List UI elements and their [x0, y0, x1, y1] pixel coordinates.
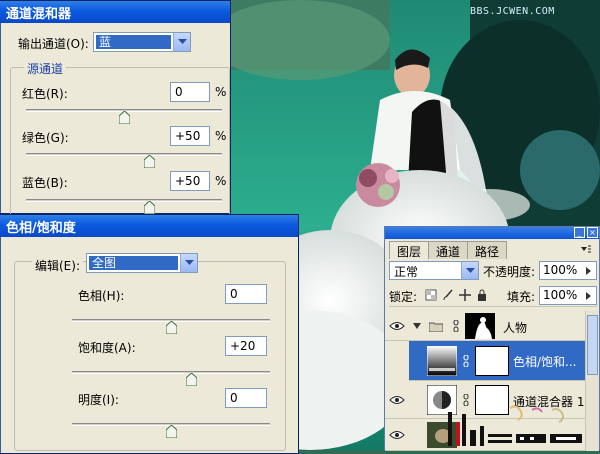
site-watermark: BBS.JCWEN.COM	[470, 6, 555, 17]
hue-slider-thumb[interactable]	[166, 321, 177, 334]
opacity-label: 不透明度:	[483, 265, 536, 279]
saturation-slider-track[interactable]	[72, 371, 270, 374]
layer-name: 色相/饱和...	[513, 355, 577, 369]
green-percent: %	[215, 129, 227, 143]
eye-icon[interactable]	[389, 320, 405, 332]
blend-mode-value: 正常	[394, 265, 419, 279]
source-channels-label: 源通道	[24, 60, 67, 77]
output-channel-select[interactable]: 蓝	[93, 32, 191, 52]
output-channel-label: 输出通道(O):	[18, 37, 89, 51]
layer-row-group[interactable]: 人物	[385, 311, 587, 341]
hue-label: 色相(H):	[78, 289, 125, 303]
chevron-down-icon[interactable]	[180, 254, 197, 272]
panel-menu-icon[interactable]	[579, 243, 593, 257]
fill-input[interactable]: 100%	[539, 286, 597, 305]
edit-select[interactable]: 全图	[86, 253, 198, 273]
chevron-right-icon[interactable]	[586, 262, 596, 279]
chain-link-icon	[463, 355, 469, 367]
opacity-value: 100%	[543, 263, 578, 277]
red-label: 红色(R):	[22, 87, 68, 101]
eye-icon[interactable]	[389, 394, 405, 406]
lightness-label: 明度(I):	[78, 393, 119, 407]
red-percent: %	[215, 85, 227, 99]
chain-link-icon	[453, 320, 459, 332]
move-icon[interactable]	[459, 289, 471, 301]
close-icon[interactable]: ×	[587, 227, 598, 238]
layers-panel-titlebar[interactable]	[385, 227, 599, 239]
site-logo-watermark	[448, 405, 582, 446]
channel-mixer-dialog: 通道混和器 输出通道(O): 蓝 源通道 红色(R): % 绿色(G): % 蓝…	[0, 0, 231, 227]
lock-label: 锁定:	[389, 290, 418, 304]
edit-label: 编辑(E):	[32, 257, 83, 274]
hue-saturation-dialog: 色相/饱和度 编辑(E): 全图 色相(H): 饱和度(A): 明度(I):	[0, 214, 299, 454]
blend-row: 正常 不透明度: 100%	[389, 261, 597, 281]
brush-icon[interactable]	[442, 289, 454, 301]
lock-transparent-icon[interactable]	[425, 289, 437, 301]
collapse-arrow-icon[interactable]	[413, 322, 421, 330]
chevron-right-icon[interactable]	[586, 287, 596, 304]
hue-saturation-titlebar[interactable]: 色相/饱和度	[0, 215, 298, 237]
hue-saturation-title: 色相/饱和度	[6, 220, 76, 236]
chevron-down-icon[interactable]	[461, 262, 478, 279]
lightness-slider-thumb[interactable]	[166, 425, 177, 438]
saturation-label: 饱和度(A):	[78, 341, 136, 355]
blue-slider-track[interactable]	[26, 199, 222, 202]
layer-name: 人物	[503, 321, 528, 335]
channel-mixer-title: 通道混和器	[6, 6, 72, 22]
adjustment-thumbnail	[427, 346, 457, 376]
green-slider-thumb[interactable]	[143, 155, 155, 168]
edit-value: 全图	[89, 256, 178, 270]
lock-row: 锁定: 填充: 100%	[389, 285, 597, 307]
green-value-input[interactable]	[170, 126, 210, 146]
layer-row-hue-saturation[interactable]: 色相/饱和...	[385, 341, 587, 381]
scroll-thumb[interactable]	[587, 315, 598, 375]
saturation-slider-thumb[interactable]	[185, 373, 197, 386]
red-slider-thumb[interactable]	[119, 111, 130, 124]
fill-value: 100%	[543, 288, 578, 302]
layer-mask-thumbnail	[475, 346, 509, 376]
lock-icon[interactable]	[476, 289, 488, 301]
red-value-input[interactable]	[170, 82, 210, 102]
eye-slot[interactable]	[385, 341, 409, 381]
tab-paths[interactable]: 路径	[467, 241, 508, 259]
saturation-value-input[interactable]	[225, 336, 267, 356]
tab-channels[interactable]: 通道	[428, 241, 469, 259]
hue-value-input[interactable]	[225, 284, 267, 304]
blue-slider-thumb[interactable]	[143, 201, 155, 214]
fill-label: 填充:	[507, 290, 536, 304]
minimize-icon[interactable]: _	[574, 227, 585, 238]
folder-icon	[429, 322, 443, 332]
blue-label: 蓝色(B):	[22, 176, 68, 190]
lightness-value-input[interactable]	[225, 388, 267, 408]
green-slider-track[interactable]	[26, 153, 222, 156]
channel-mixer-titlebar[interactable]: 通道混和器	[0, 1, 230, 23]
layers-tabs: 图层 通道 路径	[389, 241, 508, 259]
blue-value-input[interactable]	[170, 171, 210, 191]
blend-mode-select[interactable]: 正常	[389, 261, 479, 280]
blue-percent: %	[215, 174, 227, 188]
chevron-down-icon[interactable]	[173, 33, 190, 51]
opacity-input[interactable]: 100%	[539, 261, 597, 280]
output-channel-value: 蓝	[96, 35, 171, 49]
tab-layers[interactable]: 图层	[389, 241, 430, 259]
green-label: 绿色(G):	[22, 131, 69, 145]
layer-mask-thumbnail	[465, 313, 495, 339]
eye-icon[interactable]	[389, 429, 405, 441]
